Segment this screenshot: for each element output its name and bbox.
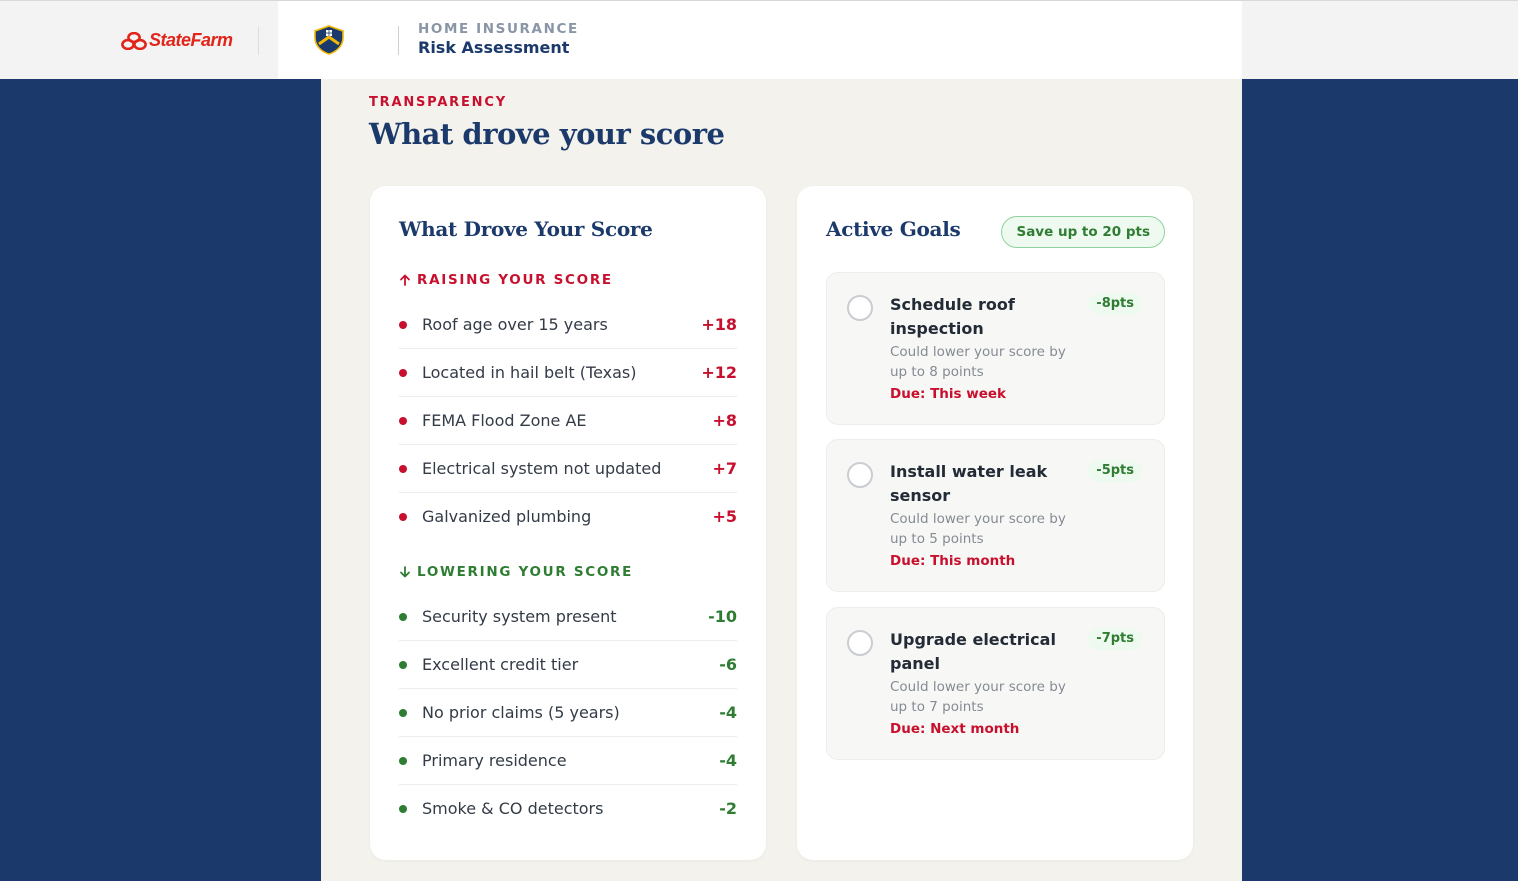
factor-row: Security system present -10 xyxy=(399,593,737,641)
factor-value: +12 xyxy=(701,363,737,382)
goal-description: Could lower your score by up to 7 points xyxy=(890,679,1066,715)
goal-title: Schedule roof inspection xyxy=(890,295,1015,338)
arrow-up-icon xyxy=(400,274,410,286)
factor-row: No prior claims (5 years) -4 xyxy=(399,689,737,737)
score-drivers-card: What Drove Your Score RAISING YOUR SCORE… xyxy=(370,186,766,860)
goal-due-date: Due: Next month xyxy=(890,721,1020,737)
bullet-dot-icon xyxy=(399,661,407,669)
raising-factors-list: Roof age over 15 years +18 Located in ha… xyxy=(399,301,737,541)
savings-badge: Save up to 20 pts xyxy=(1001,216,1165,248)
factor-value: +7 xyxy=(712,459,737,478)
goal-points-badge: -5pts xyxy=(1088,460,1142,482)
section-eyebrow: TRANSPARENCY xyxy=(369,95,507,110)
goal-item[interactable]: Install water leak sensor -5pts Could lo… xyxy=(826,439,1165,592)
goal-checkbox[interactable] xyxy=(847,462,873,488)
factor-label: Security system present xyxy=(422,607,617,626)
goal-points-badge: -7pts xyxy=(1088,628,1142,650)
factor-row: FEMA Flood Zone AE +8 xyxy=(399,397,737,445)
bullet-dot-icon xyxy=(399,465,407,473)
divider xyxy=(398,26,399,55)
section-title: What drove your score xyxy=(369,117,725,151)
main-panel: TRANSPARENCY What drove your score What … xyxy=(321,79,1242,881)
goal-title: Install water leak sensor xyxy=(890,462,1048,505)
factor-row: Galvanized plumbing +5 xyxy=(399,493,737,541)
raising-score-label: RAISING YOUR SCORE xyxy=(399,272,613,288)
factor-value: +8 xyxy=(712,411,737,430)
raising-label-text: RAISING YOUR SCORE xyxy=(417,272,613,288)
goal-item[interactable]: Schedule roof inspection -8pts Could low… xyxy=(826,272,1165,425)
goal-checkbox[interactable] xyxy=(847,295,873,321)
bullet-dot-icon xyxy=(399,805,407,813)
goal-description: Could lower your score by up to 8 points xyxy=(890,344,1066,380)
factor-value: -10 xyxy=(708,607,737,626)
factor-label: Primary residence xyxy=(422,751,567,770)
goal-points-badge: -8pts xyxy=(1088,293,1142,315)
factor-row: Excellent credit tier -6 xyxy=(399,641,737,689)
lowering-factors-list: Security system present -10 Excellent cr… xyxy=(399,593,737,833)
goal-due-date: Due: This month xyxy=(890,553,1016,569)
bullet-dot-icon xyxy=(399,757,407,765)
statefarm-logo[interactable]: StateFarm xyxy=(121,30,233,51)
arrow-down-icon xyxy=(400,566,410,578)
header: StateFarm HOME INSURANCE Risk Assessment xyxy=(0,0,1518,79)
card-title: What Drove Your Score xyxy=(399,217,653,241)
statefarm-ovals-icon xyxy=(121,31,147,50)
factor-label: Excellent credit tier xyxy=(422,655,579,674)
factor-label: Electrical system not updated xyxy=(422,459,662,478)
brand-wordmark: StateFarm xyxy=(149,30,233,50)
bullet-dot-icon xyxy=(399,513,407,521)
goal-description: Could lower your score by up to 5 points xyxy=(890,511,1066,547)
factor-row: Roof age over 15 years +18 xyxy=(399,301,737,349)
divider xyxy=(258,27,259,55)
goal-title: Upgrade electrical panel xyxy=(890,630,1056,673)
factor-value: -4 xyxy=(719,703,737,722)
shield-house-icon xyxy=(314,25,344,55)
factor-row: Electrical system not updated +7 xyxy=(399,445,737,493)
factor-value: +18 xyxy=(701,315,737,334)
factor-value: +5 xyxy=(712,507,737,526)
header-bar: StateFarm HOME INSURANCE Risk Assessment xyxy=(0,0,1242,79)
bullet-dot-icon xyxy=(399,613,407,621)
factor-value: -2 xyxy=(719,799,737,818)
lowering-label-text: LOWERING YOUR SCORE xyxy=(417,564,634,580)
factor-label: Located in hail belt (Texas) xyxy=(422,363,637,382)
bullet-dot-icon xyxy=(399,369,407,377)
goal-checkbox[interactable] xyxy=(847,630,873,656)
factor-label: FEMA Flood Zone AE xyxy=(422,411,587,430)
bullet-dot-icon xyxy=(399,321,407,329)
lowering-score-label: LOWERING YOUR SCORE xyxy=(399,564,633,580)
active-goals-card: Active Goals Save up to 20 pts Schedule … xyxy=(797,186,1193,860)
card-title: Active Goals xyxy=(826,217,961,241)
factor-row: Smoke & CO detectors -2 xyxy=(399,785,737,833)
bullet-dot-icon xyxy=(399,417,407,425)
factor-row: Primary residence -4 xyxy=(399,737,737,785)
goal-due-date: Due: This week xyxy=(890,386,1007,402)
goal-item[interactable]: Upgrade electrical panel -7pts Could low… xyxy=(826,607,1165,760)
factor-label: Smoke & CO detectors xyxy=(422,799,604,818)
factor-label: Roof age over 15 years xyxy=(422,315,608,334)
factor-value: -4 xyxy=(719,751,737,770)
bullet-dot-icon xyxy=(399,709,407,717)
header-eyebrow: HOME INSURANCE xyxy=(418,21,579,37)
factor-row: Located in hail belt (Texas) +12 xyxy=(399,349,737,397)
factor-label: Galvanized plumbing xyxy=(422,507,592,526)
header-title: Risk Assessment xyxy=(418,38,570,57)
factor-value: -6 xyxy=(719,655,737,674)
factor-label: No prior claims (5 years) xyxy=(422,703,620,722)
header-right-area xyxy=(1242,0,1518,79)
